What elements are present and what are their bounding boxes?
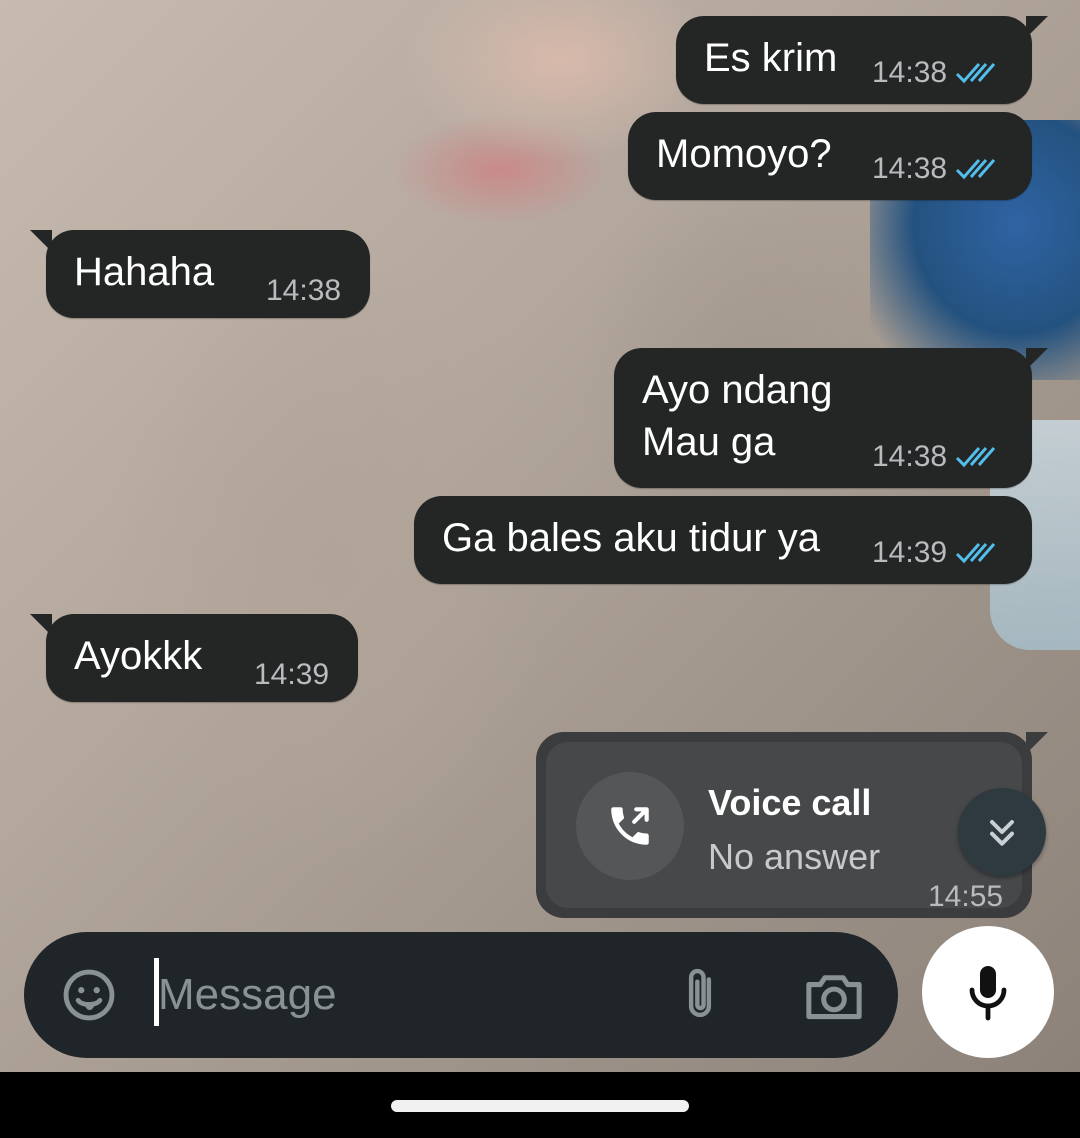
message-text: Momoyo? [656, 132, 832, 176]
message-meta: 14:39 [254, 658, 329, 692]
message-text: Ayokkk [74, 634, 203, 678]
bubble-tail [30, 614, 52, 636]
message-meta: 14:38 [872, 56, 999, 90]
paperclip-icon [688, 968, 712, 1018]
double-check-icon [955, 444, 999, 470]
message-bubble-outgoing[interactable]: Momoyo? 14:38 [628, 112, 1032, 200]
camera-icon [806, 975, 862, 1020]
message-time: 14:38 [872, 152, 948, 185]
message-meta: 14:38 [266, 274, 341, 308]
message-time: 14:38 [266, 274, 342, 307]
double-check-icon [955, 60, 999, 86]
bubble-tail [1026, 348, 1048, 370]
message-bubble-outgoing[interactable]: Ga bales aku tidur ya 14:39 [414, 496, 1032, 584]
message-input[interactable] [156, 954, 630, 1036]
voice-call-card[interactable]: Voice call No answer 14:55 [546, 742, 1022, 913]
bubble-tail [1026, 16, 1048, 38]
message-bubble-outgoing[interactable]: Es krim 14:38 [676, 16, 1048, 104]
bubble-tail [30, 230, 52, 252]
sticker-button[interactable] [60, 966, 118, 1024]
chevron-double-down-icon [990, 820, 1014, 846]
message-meta: 14:39 [872, 536, 999, 570]
microphone-icon [969, 966, 1007, 1021]
voice-call-status: No answer [708, 836, 881, 877]
message-time: 14:55 [928, 880, 1004, 913]
voice-message-button[interactable] [922, 926, 1054, 1058]
message-text: Es krim [704, 36, 838, 80]
sticker-icon [63, 969, 115, 1021]
message-meta: 14:38 [872, 152, 999, 186]
message-text: Ga bales aku tidur ya [442, 516, 820, 560]
outgoing-call-icon [576, 772, 684, 880]
attach-button[interactable] [672, 964, 728, 1026]
message-bubble-incoming[interactable]: Ayokkk 14:39 [30, 614, 358, 702]
message-bubble-incoming[interactable]: Hahaha 14:38 [30, 230, 370, 318]
message-time: 14:38 [872, 56, 948, 89]
camera-button[interactable] [802, 968, 866, 1024]
double-check-icon [955, 540, 999, 566]
home-indicator[interactable] [391, 1100, 689, 1112]
message-time: 14:39 [872, 536, 948, 569]
double-check-icon [955, 156, 999, 182]
message-bubble-outgoing[interactable]: Ayo ndang Mau ga 14:38 [614, 348, 1048, 488]
message-meta: 14:38 [872, 440, 999, 474]
bubble-tail [1026, 732, 1048, 754]
message-text: Hahaha [74, 250, 215, 294]
message-composer [24, 932, 898, 1058]
message-time: 14:39 [254, 658, 330, 691]
message-time: 14:38 [872, 440, 948, 473]
scroll-to-bottom-button[interactable] [958, 788, 1046, 876]
voice-call-title: Voice call [708, 782, 872, 823]
message-text: Ayo ndang Mau ga [642, 368, 833, 464]
